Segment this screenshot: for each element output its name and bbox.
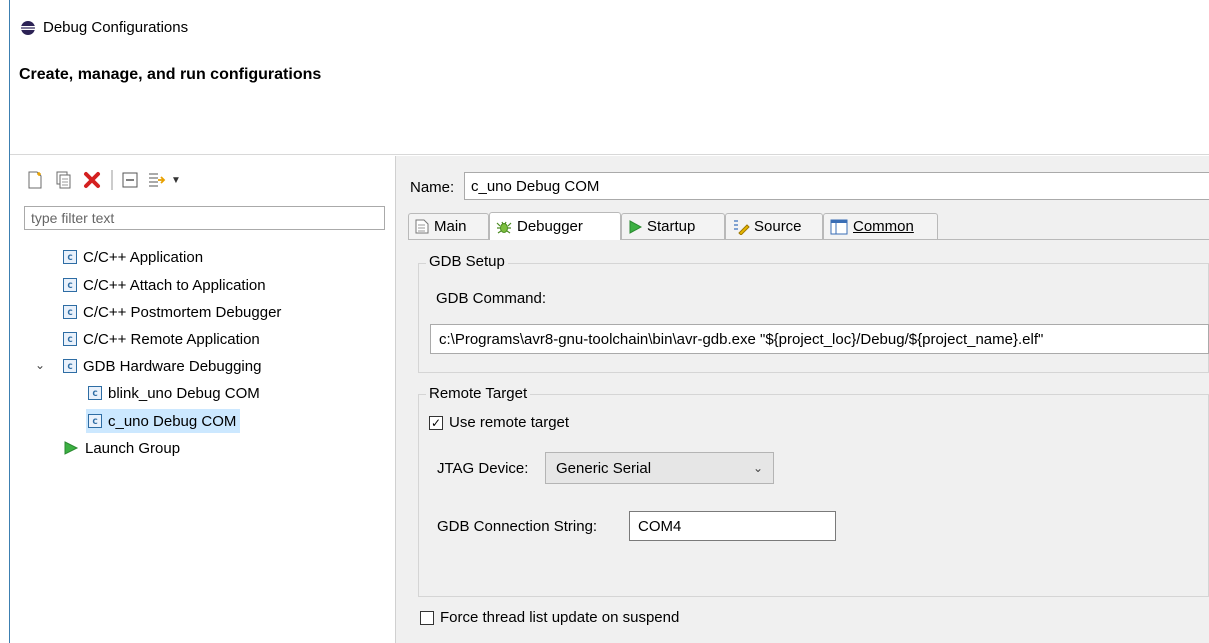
tree-item-label: C/C++ Postmortem Debugger — [83, 303, 282, 321]
gdb-command-label: GDB Command: — [436, 290, 547, 307]
duplicate-icon[interactable] — [53, 169, 75, 191]
jtag-device-label: JTAG Device: — [437, 460, 529, 477]
collapse-all-icon[interactable] — [119, 169, 141, 191]
c-config-icon: c — [63, 332, 77, 346]
gdb-setup-group — [418, 263, 1209, 373]
chevron-down-icon[interactable]: ⌄ — [35, 358, 45, 372]
tab-common[interactable]: Common — [823, 213, 938, 239]
filter-icon[interactable] — [146, 169, 168, 191]
name-label: Name: — [410, 179, 455, 196]
tab-source[interactable]: Source — [725, 213, 823, 239]
gdb-connection-label: GDB Connection String: — [437, 518, 598, 535]
use-remote-target-label: Use remote target — [449, 414, 570, 431]
c-config-icon: c — [88, 414, 102, 428]
delete-icon[interactable] — [80, 169, 104, 191]
header-message: Create, manage, and run configurations — [19, 66, 322, 83]
force-thread-update-checkbox[interactable] — [420, 610, 434, 625]
tree-item-label: C/C++ Attach to Application — [83, 276, 266, 294]
force-thread-update-option[interactable]: Force thread list update on suspend — [420, 609, 679, 626]
tab-main[interactable]: Main — [408, 213, 489, 239]
remote-target-title: Remote Target — [426, 385, 531, 402]
main-tab-icon — [415, 219, 429, 234]
c-config-icon: c — [63, 250, 77, 264]
name-field[interactable] — [464, 172, 1209, 200]
gdb-setup-title: GDB Setup — [426, 253, 508, 270]
force-thread-update-label: Force thread list update on suspend — [440, 609, 680, 626]
tab-startup[interactable]: Startup — [621, 213, 725, 239]
eclipse-icon — [21, 21, 35, 35]
jtag-device-select[interactable]: Generic Serial ⌄ — [545, 452, 774, 484]
divider — [10, 154, 1209, 155]
gdb-command-field[interactable] — [430, 324, 1209, 354]
use-remote-target-option[interactable]: ✓ Use remote target — [429, 414, 569, 431]
use-remote-target-checkbox[interactable]: ✓ — [429, 415, 443, 430]
title-bar — [10, 0, 1209, 58]
tree-item-launch-group[interactable]: Launch Group — [63, 436, 180, 460]
tree-item-cpp-remote[interactable]: c C/C++ Remote Application — [63, 327, 260, 351]
tree-item-label: C/C++ Remote Application — [83, 330, 260, 348]
tree-item-label: c_uno Debug COM — [108, 412, 237, 430]
tree-item-c-uno[interactable]: c c_uno Debug COM — [86, 409, 241, 433]
tree-item-cpp-attach[interactable]: c C/C++ Attach to Application — [63, 273, 266, 297]
tree-item-gdb-hardware[interactable]: c GDB Hardware Debugging — [63, 354, 261, 378]
toolbar-separator — [111, 170, 113, 190]
tree-item-label: Launch Group — [85, 439, 181, 457]
common-tab-icon — [830, 219, 848, 234]
tree-item-label: GDB Hardware Debugging — [83, 357, 262, 375]
tree-item-blink-uno[interactable]: c blink_uno Debug COM — [88, 381, 260, 405]
startup-tab-icon — [629, 219, 642, 234]
c-config-icon: c — [88, 386, 102, 400]
debugger-tab-icon — [496, 221, 512, 233]
new-config-icon[interactable] — [24, 169, 46, 191]
tree-item-cpp-application[interactable]: c C/C++ Application — [63, 245, 203, 269]
window-title: Debug Configurations — [43, 19, 189, 36]
chevron-down-icon: ⌄ — [752, 461, 763, 475]
filter-input[interactable] — [24, 206, 385, 230]
tree-item-label: blink_uno Debug COM — [108, 384, 260, 402]
source-tab-icon — [734, 219, 750, 235]
tree-item-cpp-postmortem[interactable]: c C/C++ Postmortem Debugger — [63, 300, 281, 324]
tab-debugger[interactable]: Debugger — [489, 212, 621, 240]
c-config-icon: c — [63, 359, 77, 373]
launch-group-icon — [64, 441, 79, 455]
c-config-icon: c — [63, 305, 77, 319]
gdb-connection-field[interactable] — [629, 511, 836, 541]
tree-item-label: C/C++ Application — [83, 248, 204, 266]
dropdown-icon[interactable]: ▼ — [170, 169, 182, 191]
c-config-icon: c — [63, 278, 77, 292]
